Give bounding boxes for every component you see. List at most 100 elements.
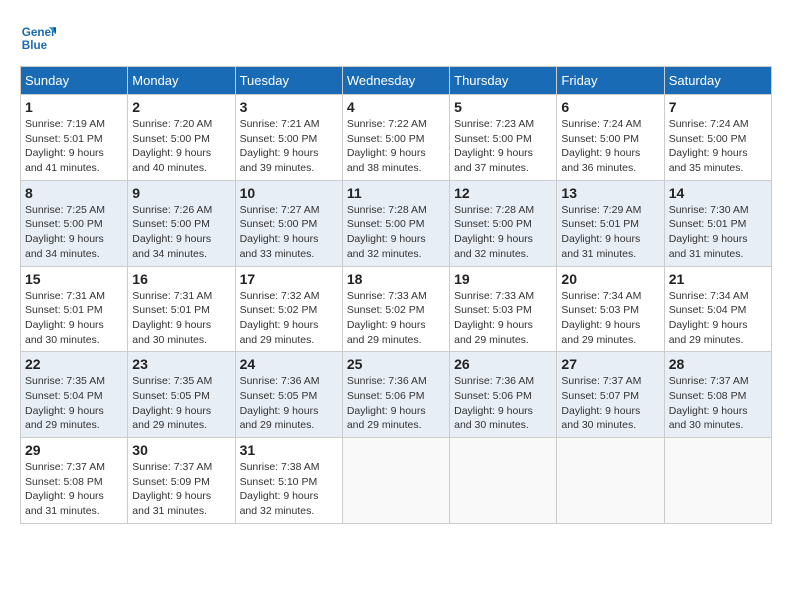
day-info: Sunrise: 7:19 AM Sunset: 5:01 PM Dayligh… — [25, 117, 123, 176]
day-info: Sunrise: 7:37 AM Sunset: 5:08 PM Dayligh… — [669, 374, 767, 433]
calendar-cell: 12 Sunrise: 7:28 AM Sunset: 5:00 PM Dayli… — [450, 180, 557, 266]
day-info: Sunrise: 7:21 AM Sunset: 5:00 PM Dayligh… — [240, 117, 338, 176]
day-number: 2 — [132, 99, 230, 115]
calendar-cell: 28 Sunrise: 7:37 AM Sunset: 5:08 PM Dayli… — [664, 352, 771, 438]
calendar-cell: 26 Sunrise: 7:36 AM Sunset: 5:06 PM Dayli… — [450, 352, 557, 438]
calendar-cell: 15Sunrise: 7:31 AM Sunset: 5:01 PM Dayli… — [21, 266, 128, 352]
day-number: 28 — [669, 356, 767, 372]
calendar-cell: 23 Sunrise: 7:35 AM Sunset: 5:05 PM Dayli… — [128, 352, 235, 438]
weekday-header-sunday: Sunday — [21, 67, 128, 95]
calendar-table: SundayMondayTuesdayWednesdayThursdayFrid… — [20, 66, 772, 524]
calendar-cell: 21 Sunrise: 7:34 AM Sunset: 5:04 PM Dayli… — [664, 266, 771, 352]
day-number: 27 — [561, 356, 659, 372]
calendar-cell: 11 Sunrise: 7:28 AM Sunset: 5:00 PM Dayli… — [342, 180, 449, 266]
calendar-cell: 13 Sunrise: 7:29 AM Sunset: 5:01 PM Dayli… — [557, 180, 664, 266]
day-info: Sunrise: 7:35 AM Sunset: 5:04 PM Dayligh… — [25, 374, 123, 433]
day-number: 31 — [240, 442, 338, 458]
calendar-cell: 5Sunrise: 7:23 AM Sunset: 5:00 PM Daylig… — [450, 95, 557, 181]
day-info: Sunrise: 7:27 AM Sunset: 5:00 PM Dayligh… — [240, 203, 338, 262]
logo: General Blue — [20, 20, 62, 56]
calendar-cell: 4 Sunrise: 7:22 AM Sunset: 5:00 PM Daylig… — [342, 95, 449, 181]
calendar-cell: 22 Sunrise: 7:35 AM Sunset: 5:04 PM Dayli… — [21, 352, 128, 438]
calendar-cell: 16 Sunrise: 7:31 AM Sunset: 5:01 PM Dayli… — [128, 266, 235, 352]
day-number: 13 — [561, 185, 659, 201]
day-info: Sunrise: 7:37 AM Sunset: 5:09 PM Dayligh… — [132, 460, 230, 519]
calendar-cell — [342, 438, 449, 524]
day-info: Sunrise: 7:22 AM Sunset: 5:00 PM Dayligh… — [347, 117, 445, 176]
day-number: 9 — [132, 185, 230, 201]
calendar-cell: 18 Sunrise: 7:33 AM Sunset: 5:02 PM Dayli… — [342, 266, 449, 352]
day-info: Sunrise: 7:24 AM Sunset: 5:00 PM Dayligh… — [561, 117, 659, 176]
day-info: Sunrise: 7:28 AM Sunset: 5:00 PM Dayligh… — [454, 203, 552, 262]
weekday-header-saturday: Saturday — [664, 67, 771, 95]
logo-icon: General Blue — [20, 20, 56, 56]
day-info: Sunrise: 7:36 AM Sunset: 5:06 PM Dayligh… — [454, 374, 552, 433]
calendar-cell: 7 Sunrise: 7:24 AM Sunset: 5:00 PM Daylig… — [664, 95, 771, 181]
day-info: Sunrise: 7:26 AM Sunset: 5:00 PM Dayligh… — [132, 203, 230, 262]
weekday-header-tuesday: Tuesday — [235, 67, 342, 95]
day-number: 17 — [240, 271, 338, 287]
day-number: 14 — [669, 185, 767, 201]
day-info: Sunrise: 7:23 AM Sunset: 5:00 PM Dayligh… — [454, 117, 552, 176]
day-number: 4 — [347, 99, 445, 115]
day-info: Sunrise: 7:36 AM Sunset: 5:06 PM Dayligh… — [347, 374, 445, 433]
svg-text:Blue: Blue — [22, 39, 48, 52]
day-number: 6 — [561, 99, 659, 115]
day-number: 29 — [25, 442, 123, 458]
calendar-cell: 30Sunrise: 7:37 AM Sunset: 5:09 PM Dayli… — [128, 438, 235, 524]
day-info: Sunrise: 7:29 AM Sunset: 5:01 PM Dayligh… — [561, 203, 659, 262]
day-info: Sunrise: 7:31 AM Sunset: 5:01 PM Dayligh… — [25, 289, 123, 348]
day-info: Sunrise: 7:34 AM Sunset: 5:03 PM Dayligh… — [561, 289, 659, 348]
day-number: 23 — [132, 356, 230, 372]
day-info: Sunrise: 7:37 AM Sunset: 5:08 PM Dayligh… — [25, 460, 123, 519]
calendar-cell: 3Sunrise: 7:21 AM Sunset: 5:00 PM Daylig… — [235, 95, 342, 181]
calendar-cell — [557, 438, 664, 524]
day-info: Sunrise: 7:32 AM Sunset: 5:02 PM Dayligh… — [240, 289, 338, 348]
day-info: Sunrise: 7:33 AM Sunset: 5:02 PM Dayligh… — [347, 289, 445, 348]
day-number: 26 — [454, 356, 552, 372]
calendar-cell: 10 Sunrise: 7:27 AM Sunset: 5:00 PM Dayli… — [235, 180, 342, 266]
calendar-cell — [450, 438, 557, 524]
day-number: 7 — [669, 99, 767, 115]
day-number: 10 — [240, 185, 338, 201]
calendar-cell: 29 Sunrise: 7:37 AM Sunset: 5:08 PM Dayli… — [21, 438, 128, 524]
day-info: Sunrise: 7:28 AM Sunset: 5:00 PM Dayligh… — [347, 203, 445, 262]
page-header: General Blue — [20, 20, 772, 56]
day-info: Sunrise: 7:38 AM Sunset: 5:10 PM Dayligh… — [240, 460, 338, 519]
calendar-cell: 25Sunrise: 7:36 AM Sunset: 5:06 PM Dayli… — [342, 352, 449, 438]
calendar-cell: 14 Sunrise: 7:30 AM Sunset: 5:01 PM Dayli… — [664, 180, 771, 266]
calendar-header: SundayMondayTuesdayWednesdayThursdayFrid… — [21, 67, 772, 95]
day-number: 16 — [132, 271, 230, 287]
day-number: 18 — [347, 271, 445, 287]
day-info: Sunrise: 7:36 AM Sunset: 5:05 PM Dayligh… — [240, 374, 338, 433]
day-number: 11 — [347, 185, 445, 201]
calendar-cell: 17 Sunrise: 7:32 AM Sunset: 5:02 PM Dayli… — [235, 266, 342, 352]
day-number: 8 — [25, 185, 123, 201]
weekday-header-monday: Monday — [128, 67, 235, 95]
calendar-cell: 9 Sunrise: 7:26 AM Sunset: 5:00 PM Daylig… — [128, 180, 235, 266]
calendar-cell: 1 Sunrise: 7:19 AM Sunset: 5:01 PM Daylig… — [21, 95, 128, 181]
day-info: Sunrise: 7:33 AM Sunset: 5:03 PM Dayligh… — [454, 289, 552, 348]
day-number: 20 — [561, 271, 659, 287]
calendar-cell: 31 Sunrise: 7:38 AM Sunset: 5:10 PM Dayli… — [235, 438, 342, 524]
weekday-header-wednesday: Wednesday — [342, 67, 449, 95]
day-info: Sunrise: 7:35 AM Sunset: 5:05 PM Dayligh… — [132, 374, 230, 433]
calendar-cell: 20 Sunrise: 7:34 AM Sunset: 5:03 PM Dayli… — [557, 266, 664, 352]
day-info: Sunrise: 7:25 AM Sunset: 5:00 PM Dayligh… — [25, 203, 123, 262]
weekday-header-thursday: Thursday — [450, 67, 557, 95]
calendar-cell: 6 Sunrise: 7:24 AM Sunset: 5:00 PM Daylig… — [557, 95, 664, 181]
day-info: Sunrise: 7:31 AM Sunset: 5:01 PM Dayligh… — [132, 289, 230, 348]
day-info: Sunrise: 7:30 AM Sunset: 5:01 PM Dayligh… — [669, 203, 767, 262]
calendar-cell: 19 Sunrise: 7:33 AM Sunset: 5:03 PM Dayli… — [450, 266, 557, 352]
day-info: Sunrise: 7:20 AM Sunset: 5:00 PM Dayligh… — [132, 117, 230, 176]
day-number: 12 — [454, 185, 552, 201]
day-number: 1 — [25, 99, 123, 115]
day-number: 21 — [669, 271, 767, 287]
day-number: 24 — [240, 356, 338, 372]
day-info: Sunrise: 7:34 AM Sunset: 5:04 PM Dayligh… — [669, 289, 767, 348]
day-number: 19 — [454, 271, 552, 287]
day-number: 22 — [25, 356, 123, 372]
calendar-cell — [664, 438, 771, 524]
day-info: Sunrise: 7:24 AM Sunset: 5:00 PM Dayligh… — [669, 117, 767, 176]
day-info: Sunrise: 7:37 AM Sunset: 5:07 PM Dayligh… — [561, 374, 659, 433]
